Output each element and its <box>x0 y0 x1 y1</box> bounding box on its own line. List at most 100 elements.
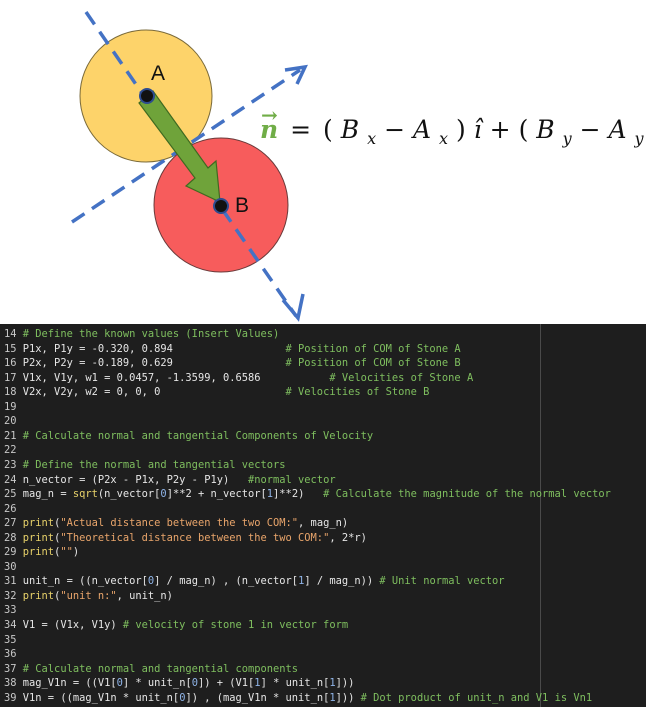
editor-ruler-line <box>540 324 541 707</box>
code-token-comment: # Unit normal vector <box>379 575 505 588</box>
code-line[interactable]: 15 P1x, P1y = -0.320, 0.894 # Position o… <box>4 342 461 357</box>
code-line[interactable]: 22 <box>4 443 23 458</box>
line-number: 22 <box>4 444 17 457</box>
code-line[interactable]: 28 print("Theoretical distance between t… <box>4 531 367 546</box>
code-token-plain: V1 = (V1x, V1y) <box>22 619 123 631</box>
code-line[interactable]: 25 mag_n = sqrt(n_vector[0]**2 + n_vecto… <box>4 487 611 502</box>
code-line[interactable]: 16 P2x, P2y = -0.189, 0.629 # Position o… <box>4 356 461 371</box>
code-line[interactable]: 18 V2x, V2y, w2 = 0, 0, 0 # Velocities o… <box>4 385 429 400</box>
code-token-plain: mag_n = <box>22 488 73 501</box>
line-number: 21 <box>4 429 17 442</box>
line-number: 27 <box>4 517 17 530</box>
line-number: 15 <box>4 342 17 355</box>
code-token-comment: #normal vector <box>248 473 336 486</box>
code-line[interactable]: 38 mag_V1n = ((V1[0] * unit_n[0]) + (V1[… <box>4 676 354 691</box>
code-line[interactable]: 32 print("unit n:", unit_n) <box>4 589 173 604</box>
code-token-plain: unit_n = ((n_vector[ <box>22 575 148 588</box>
code-token-plain: mag_V1n = ((V1[ <box>22 677 117 690</box>
tangent-line-arrowhead <box>284 64 308 85</box>
code-token-comment: # Position of COM of Stone B <box>285 357 461 370</box>
collision-diagram: A B → n = ( B x − A x ) î + ( B y − A y … <box>71 11 646 322</box>
code-line[interactable]: 33 <box>4 603 23 618</box>
code-token-comment: # Define the normal and tangential vecto… <box>22 458 286 471</box>
center-b-dot <box>213 198 229 214</box>
line-number: 17 <box>4 371 17 384</box>
code-token-plain: ] * unit_n[ <box>260 677 330 690</box>
code-token-comment: # Calculate normal and tangential Compon… <box>22 429 374 442</box>
code-token-comment: # Define the known values (Insert Values… <box>22 328 280 340</box>
code-line[interactable]: 34 V1 = (V1x, V1y) # velocity of stone 1… <box>4 618 348 633</box>
code-token-plain: ]) , (mag_V1n * unit_n[ <box>185 691 330 704</box>
code-line[interactable]: 23 # Define the normal and tangential ve… <box>4 458 286 473</box>
code-line[interactable]: 19 <box>4 400 23 415</box>
code-token-comment: # Calculate normal and tangential compon… <box>22 662 299 675</box>
code-token-comment: # Velocities of Stone B <box>285 386 430 399</box>
line-number: 31 <box>4 575 17 588</box>
code-line[interactable]: 31 unit_n = ((n_vector[0] / mag_n) , (n_… <box>4 574 505 589</box>
line-number: 19 <box>4 400 17 413</box>
line-number: 23 <box>4 458 17 471</box>
code-line[interactable]: 21 # Calculate normal and tangential Com… <box>4 429 373 444</box>
code-line[interactable]: 27 print("Actual distance between the tw… <box>4 516 348 531</box>
label-b: B <box>235 194 249 217</box>
code-token-plain: V1n = ((mag_V1n * unit_n[ <box>22 691 180 704</box>
code-token-string: "" <box>60 546 73 559</box>
code-line[interactable]: 20 <box>4 414 23 429</box>
normal-vector-equation: → n = ( B x − A x ) î + ( B y − A y ) ĵ <box>260 103 646 150</box>
code-token-plain: ) <box>72 546 80 559</box>
line-number: 26 <box>4 502 17 515</box>
code-line[interactable]: 36 <box>4 647 23 662</box>
line-number: 35 <box>4 633 17 646</box>
line-number: 38 <box>4 677 17 690</box>
code-line[interactable]: 39 V1n = ((mag_V1n * unit_n[0]) , (mag_V… <box>4 691 592 706</box>
code-token-comment: # Velocities of Stone A <box>329 371 474 384</box>
code-token-func: print <box>22 531 55 544</box>
code-token-plain: (n_vector[ <box>97 488 161 501</box>
code-token-plain: ] / mag_n) , (n_vector[ <box>154 575 299 588</box>
line-number: 28 <box>4 531 17 544</box>
code-token-plain: n_vector = (P2x - P1x, P2y - P1y) <box>22 473 248 486</box>
code-token-func: print <box>22 517 55 530</box>
code-token-plain: ])) <box>335 691 361 704</box>
line-number: 20 <box>4 415 17 428</box>
line-number: 33 <box>4 604 17 617</box>
code-token-plain: , 2*r) <box>329 531 367 544</box>
code-line[interactable]: 37 # Calculate normal and tangential com… <box>4 662 298 677</box>
code-token-plain: , mag_n) <box>298 517 349 530</box>
code-line[interactable]: 30 <box>4 560 23 575</box>
code-line[interactable]: 35 <box>4 633 23 648</box>
code-token-comment: # Position of COM of Stone A <box>285 342 461 355</box>
code-token-plain: ])) <box>335 677 355 690</box>
code-line[interactable]: 26 <box>4 502 23 517</box>
line-number: 37 <box>4 662 17 675</box>
code-token-comment: # Calculate the magnitude of the normal … <box>323 488 611 501</box>
line-number: 36 <box>4 648 17 661</box>
line-number: 14 <box>4 328 17 340</box>
code-token-plain: ]**2) <box>273 488 324 501</box>
code-line[interactable]: 14 # Define the known values (Insert Val… <box>4 327 279 342</box>
line-number: 39 <box>4 691 17 704</box>
code-token-plain: P1x, P1y = -0.320, 0.894 <box>22 342 286 355</box>
code-token-func: sqrt <box>72 488 98 501</box>
code-token-func: print <box>22 546 55 559</box>
line-of-centers-arrowhead <box>281 293 305 322</box>
label-a: A <box>151 62 165 85</box>
code-token-string: "unit n:" <box>60 589 117 602</box>
line-number: 30 <box>4 560 17 573</box>
code-line[interactable]: 24 n_vector = (P2x - P1x, P2y - P1y) #no… <box>4 473 336 488</box>
code-token-plain: ] * unit_n[ <box>122 677 192 690</box>
line-number: 32 <box>4 589 17 602</box>
svg-text:n = ( B: n = ( B x − A x ) î + ( B y − A y ) ĵ <box>260 115 646 150</box>
code-token-comment: # velocity of stone 1 in vector form <box>122 619 349 631</box>
line-number: 18 <box>4 386 17 399</box>
line-number: 16 <box>4 357 17 370</box>
code-token-comment: # Dot product of unit_n and V1 is Vn1 <box>360 691 593 704</box>
code-token-string: "Theoretical distance between the two CO… <box>60 531 330 544</box>
code-token-plain: ] / mag_n)) <box>304 575 380 588</box>
code-line[interactable]: 17 V1x, V1y, w1 = 0.0457, -1.3599, 0.658… <box>4 371 473 386</box>
code-line[interactable]: 29 print("") <box>4 545 79 560</box>
code-editor[interactable]: 14 # Define the known values (Insert Val… <box>0 324 646 707</box>
code-token-plain: , unit_n) <box>116 589 173 602</box>
code-token-func: print <box>22 589 55 602</box>
line-number: 34 <box>4 619 17 631</box>
